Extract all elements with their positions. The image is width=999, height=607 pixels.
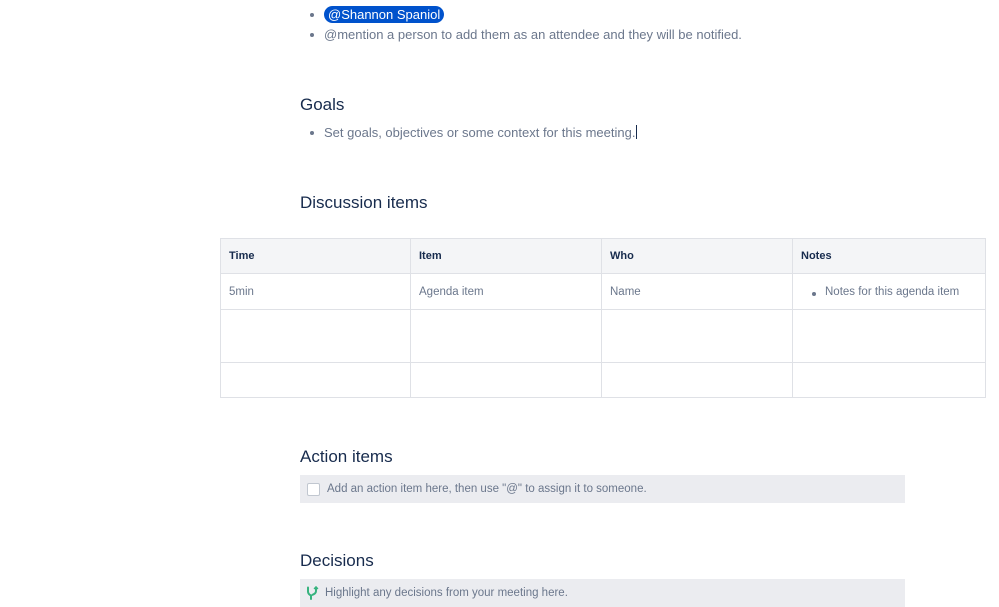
notes-bullet: Notes for this agenda item xyxy=(801,286,977,298)
cell-notes[interactable] xyxy=(792,309,986,363)
action-item-placeholder[interactable]: Add an action item here, then use "@" to… xyxy=(327,483,647,495)
decisions-heading: Decisions xyxy=(300,551,374,570)
user-mention[interactable]: @Shannon Spaniol xyxy=(324,6,445,23)
cell-item[interactable] xyxy=(410,362,602,398)
goals-item[interactable]: Set goals, objectives or some context fo… xyxy=(309,123,638,143)
cell-time[interactable] xyxy=(220,309,411,363)
cell-time[interactable] xyxy=(220,362,411,398)
table-row xyxy=(220,309,986,363)
decision-row[interactable]: Highlight any decisions from your meetin… xyxy=(300,579,905,607)
cell-who[interactable]: Name xyxy=(601,273,793,310)
discussion-heading: Discussion items xyxy=(300,193,428,212)
column-header-time[interactable]: Time xyxy=(220,238,411,274)
decision-icon xyxy=(305,585,319,600)
cell-who[interactable] xyxy=(601,309,793,363)
decision-placeholder[interactable]: Highlight any decisions from your meetin… xyxy=(325,587,568,599)
column-header-item[interactable]: Item xyxy=(410,238,602,274)
cell-item[interactable] xyxy=(410,309,602,363)
cell-notes[interactable] xyxy=(792,362,986,398)
action-items-heading: Action items xyxy=(300,447,393,466)
table-row: 5min Agenda item Name Notes for this age… xyxy=(220,273,986,310)
table-header-row: Time Item Who Notes xyxy=(220,238,986,274)
attendee-hint: @mention a person to add them as an atte… xyxy=(310,25,742,45)
column-header-who[interactable]: Who xyxy=(601,238,793,274)
text-cursor xyxy=(636,125,638,139)
attendees-list: @Shannon Spaniol @mention a person to ad… xyxy=(300,5,742,45)
checkbox[interactable] xyxy=(307,482,320,496)
goals-heading: Goals xyxy=(300,95,345,114)
attendee-item: @Shannon Spaniol xyxy=(310,5,742,25)
discussion-table: Time Item Who Notes 5min Agenda item Nam… xyxy=(220,238,986,398)
goals-list: Set goals, objectives or some context fo… xyxy=(300,123,638,143)
cell-item[interactable]: Agenda item xyxy=(410,273,602,310)
cell-time[interactable]: 5min xyxy=(220,273,411,310)
action-item-row[interactable]: Add an action item here, then use "@" to… xyxy=(300,475,905,503)
column-header-notes[interactable]: Notes xyxy=(792,238,986,274)
cell-who[interactable] xyxy=(601,362,793,398)
cell-notes[interactable]: Notes for this agenda item xyxy=(792,273,986,310)
table-row xyxy=(220,362,986,398)
